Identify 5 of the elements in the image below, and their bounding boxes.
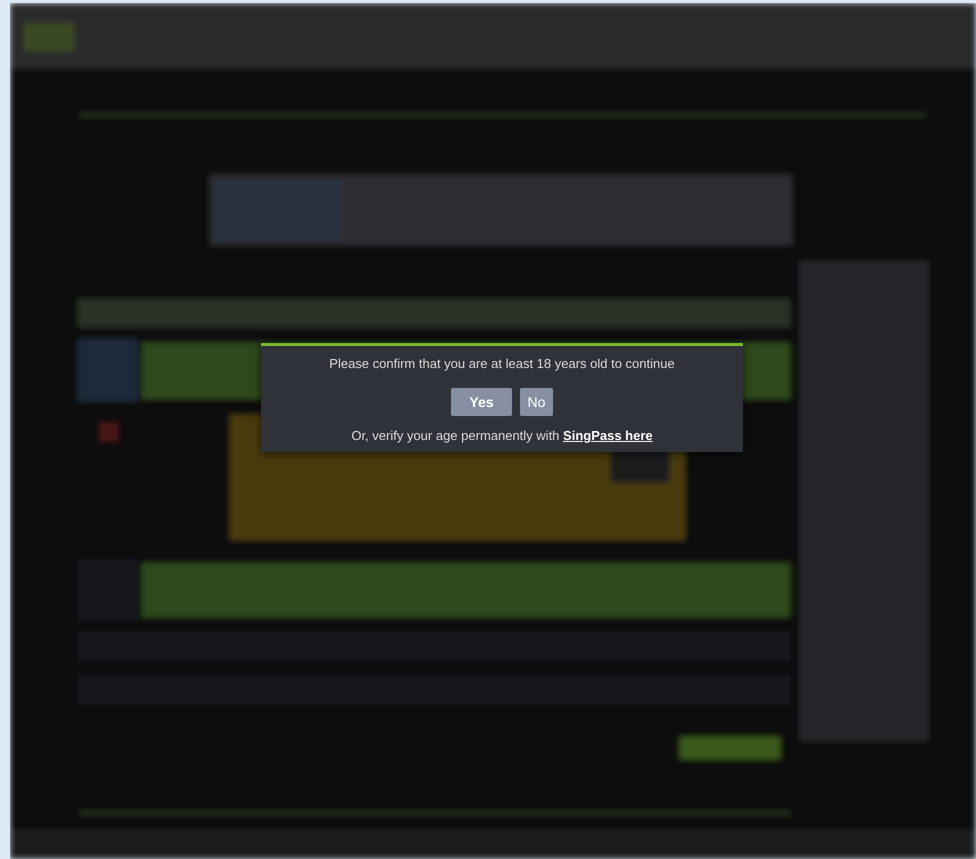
verify-text: Or, verify your age permanently with [351, 428, 560, 443]
yes-button[interactable]: Yes [451, 388, 512, 416]
singpass-link[interactable]: SingPass here [563, 428, 653, 443]
dialog-message: Please confirm that you are at least 18 years old to continue [329, 356, 675, 371]
no-button[interactable]: No [520, 388, 553, 416]
